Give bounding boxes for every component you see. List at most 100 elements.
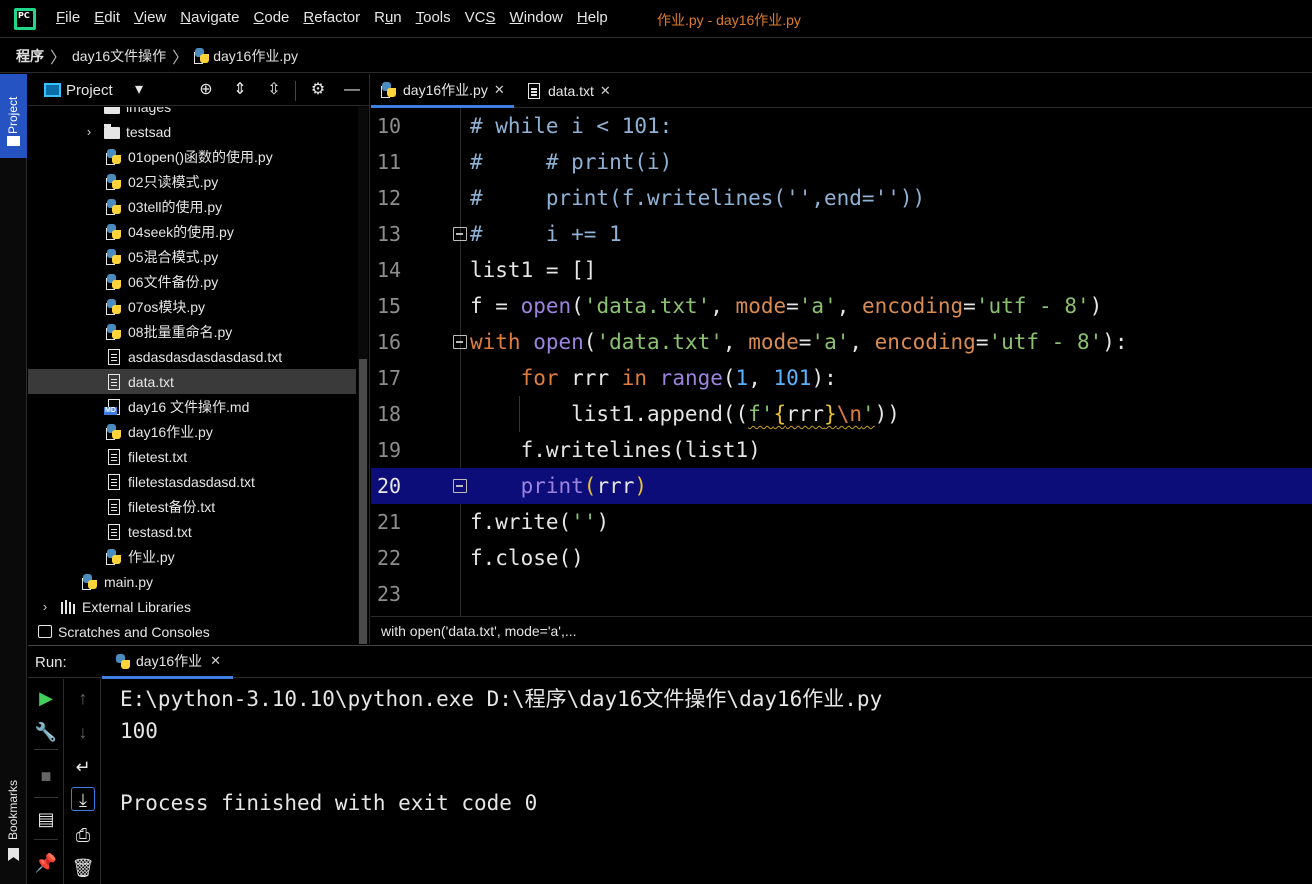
run-console-output[interactable]: E:\python-3.10.10\python.exe D:\程序\day16… <box>102 679 1312 884</box>
run-tab[interactable]: day16作业 ✕ <box>102 646 234 679</box>
layout-icon[interactable]: ▤ <box>34 807 58 831</box>
code-line[interactable]: 23 <box>371 576 1312 612</box>
breadcrumb-item[interactable]: day16作业.py <box>213 46 298 66</box>
tree-item[interactable]: filetest备份.txt <box>28 494 356 519</box>
code-line[interactable]: 20 print(rrr) <box>371 468 1312 504</box>
tree-item[interactable]: images <box>28 107 356 119</box>
expand-all-icon[interactable]: ⇕ <box>230 80 250 100</box>
code-token: encoding <box>874 330 976 354</box>
minimize-icon[interactable]: — <box>342 80 362 100</box>
code-line[interactable]: 22 f.close() <box>371 540 1312 576</box>
scroll-to-end-icon[interactable]: ⤓ <box>71 787 95 811</box>
menu-item[interactable]: VCS <box>465 9 496 26</box>
tree-item[interactable]: 01open()函数的使用.py <box>28 144 356 169</box>
tree-item[interactable]: › testsad <box>28 119 356 144</box>
tree-item[interactable]: 02只读模式.py <box>28 169 356 194</box>
code-line[interactable]: 14 list1 = [] <box>371 252 1312 288</box>
tree-item[interactable]: 作业.py <box>28 544 356 569</box>
fold-icon[interactable] <box>453 227 467 241</box>
menu-item[interactable]: Run <box>374 9 402 26</box>
menu-item[interactable]: Help <box>577 9 608 26</box>
code-line[interactable]: 15 f = open('data.txt', mode='a', encodin… <box>371 288 1312 324</box>
code-line[interactable]: 18 list1.append((f'{rrr}\n')) <box>371 396 1312 432</box>
tree-item[interactable]: day16作业.py <box>28 419 356 444</box>
menu-item[interactable]: Window <box>510 9 563 26</box>
code-token: # i += 1 <box>470 222 622 246</box>
pin-icon[interactable]: 📌 <box>34 851 58 875</box>
menu-item[interactable]: File <box>56 9 80 26</box>
tree-item[interactable]: data.txt <box>28 369 356 394</box>
line-number: 16 <box>377 330 402 354</box>
tree-item[interactable]: asdasdasdasdasdasd.txt <box>28 344 356 369</box>
code-line[interactable]: 16 with open('data.txt', mode='a', encodi… <box>371 324 1312 360</box>
project-tool-button[interactable]: Project <box>0 74 27 158</box>
menu-item[interactable]: Tools <box>416 9 451 26</box>
arrow-down-icon[interactable]: ↓ <box>71 720 95 744</box>
code-line[interactable]: 12 # print(f.writelines('',end='')) <box>371 180 1312 216</box>
fold-icon[interactable] <box>453 479 467 493</box>
tree-item[interactable]: Scratches and Consoles <box>28 619 356 644</box>
code-line[interactable]: 10 # while i < 101: <box>371 108 1312 144</box>
breadcrumb-item[interactable]: day16文件操作 <box>72 46 166 66</box>
code-token: ( <box>571 294 584 318</box>
wrench-icon[interactable]: 🔧 <box>34 720 58 744</box>
code-line[interactable]: 19 f.writelines(list1) <box>371 432 1312 468</box>
tree-item[interactable]: 05混合模式.py <box>28 244 356 269</box>
arrow-up-icon[interactable]: ↑ <box>71 686 95 710</box>
tab-day16-homework[interactable]: day16作业.py ✕ <box>371 74 514 108</box>
bookmarks-tool-button[interactable]: Bookmarks <box>0 770 27 870</box>
tree-item[interactable]: filetest.txt <box>28 444 356 469</box>
code-token: , <box>849 330 875 354</box>
tree-item[interactable]: main.py <box>28 569 356 594</box>
print-icon[interactable]: ⎙ <box>71 823 95 847</box>
rerun-icon[interactable]: ▶ <box>34 686 58 710</box>
tree-item[interactable]: 07os模块.py <box>28 294 356 319</box>
chevron-down-icon[interactable]: ▾ <box>129 80 149 100</box>
code-token: # while i < 101: <box>470 114 673 138</box>
editor-breadcrumb[interactable]: with open('data.txt', mode='a',... <box>371 616 1312 644</box>
tree-item[interactable]: 06文件备份.py <box>28 269 356 294</box>
code-token: ( <box>583 330 597 354</box>
code-line[interactable]: 13 # i += 1 <box>371 216 1312 252</box>
code-text: # print(f.writelines('',end='')) <box>470 180 925 216</box>
gear-icon[interactable]: ⚙ <box>308 80 328 100</box>
tree-scrollbar-thumb[interactable] <box>359 359 367 644</box>
tree-item[interactable]: 04seek的使用.py <box>28 219 356 244</box>
code-token: = <box>975 330 989 354</box>
project-title[interactable]: Project <box>66 82 113 99</box>
close-icon[interactable]: ✕ <box>494 82 505 98</box>
console-line: Process finished with exit code 0 <box>120 791 538 815</box>
menu-item[interactable]: Refactor <box>303 9 360 26</box>
tree-item[interactable]: 03tell的使用.py <box>28 194 356 219</box>
code-editor[interactable]: 10 # while i < 101: 11 # # print(i) 12 # prin… <box>371 108 1312 616</box>
menu-item[interactable]: Navigate <box>180 9 239 26</box>
trash-icon[interactable]: 🗑 <box>71 856 95 880</box>
tree-item[interactable]: 08批量重命名.py <box>28 319 356 344</box>
chevron-right-icon[interactable]: › <box>38 599 52 614</box>
code-line[interactable]: 17 for rrr in range(1, 101): <box>371 360 1312 396</box>
code-line[interactable]: 21 f.write('') <box>371 504 1312 540</box>
fold-icon[interactable] <box>453 335 467 349</box>
menu-item[interactable]: Code <box>254 9 290 26</box>
breadcrumb-item[interactable]: 程序 <box>16 46 44 66</box>
close-icon[interactable]: ✕ <box>600 83 611 99</box>
scratches-icon <box>38 625 52 638</box>
menu-item[interactable]: View <box>134 9 166 26</box>
tree-item[interactable]: testasd.txt <box>28 519 356 544</box>
menu-item[interactable]: Edit <box>94 9 120 26</box>
tree-item[interactable]: MD day16 文件操作.md <box>28 394 356 419</box>
collapse-all-icon[interactable]: ⇳ <box>264 80 284 100</box>
chevron-right-icon[interactable]: › <box>82 124 96 139</box>
tab-data-txt[interactable]: data.txt ✕ <box>516 74 626 108</box>
soft-wrap-icon[interactable]: ↵ <box>71 755 95 779</box>
stop-icon[interactable]: ■ <box>34 764 58 788</box>
code-line[interactable]: 11 # # print(i) <box>371 144 1312 180</box>
breadcrumb: 程序〉 day16文件操作〉 day16作业.py <box>0 39 1312 73</box>
tree-item[interactable]: › External Libraries <box>28 594 356 619</box>
bookmarks-tool-label: Bookmarks <box>6 779 20 840</box>
project-tree: images › testsad 01open()函数的使用.py 02只读模式.py 0… <box>28 107 356 644</box>
console-line: 100 <box>120 719 158 743</box>
close-icon[interactable]: ✕ <box>210 653 221 669</box>
locate-icon[interactable]: ⊕ <box>196 80 216 100</box>
tree-item[interactable]: filetestasdasdasd.txt <box>28 469 356 494</box>
